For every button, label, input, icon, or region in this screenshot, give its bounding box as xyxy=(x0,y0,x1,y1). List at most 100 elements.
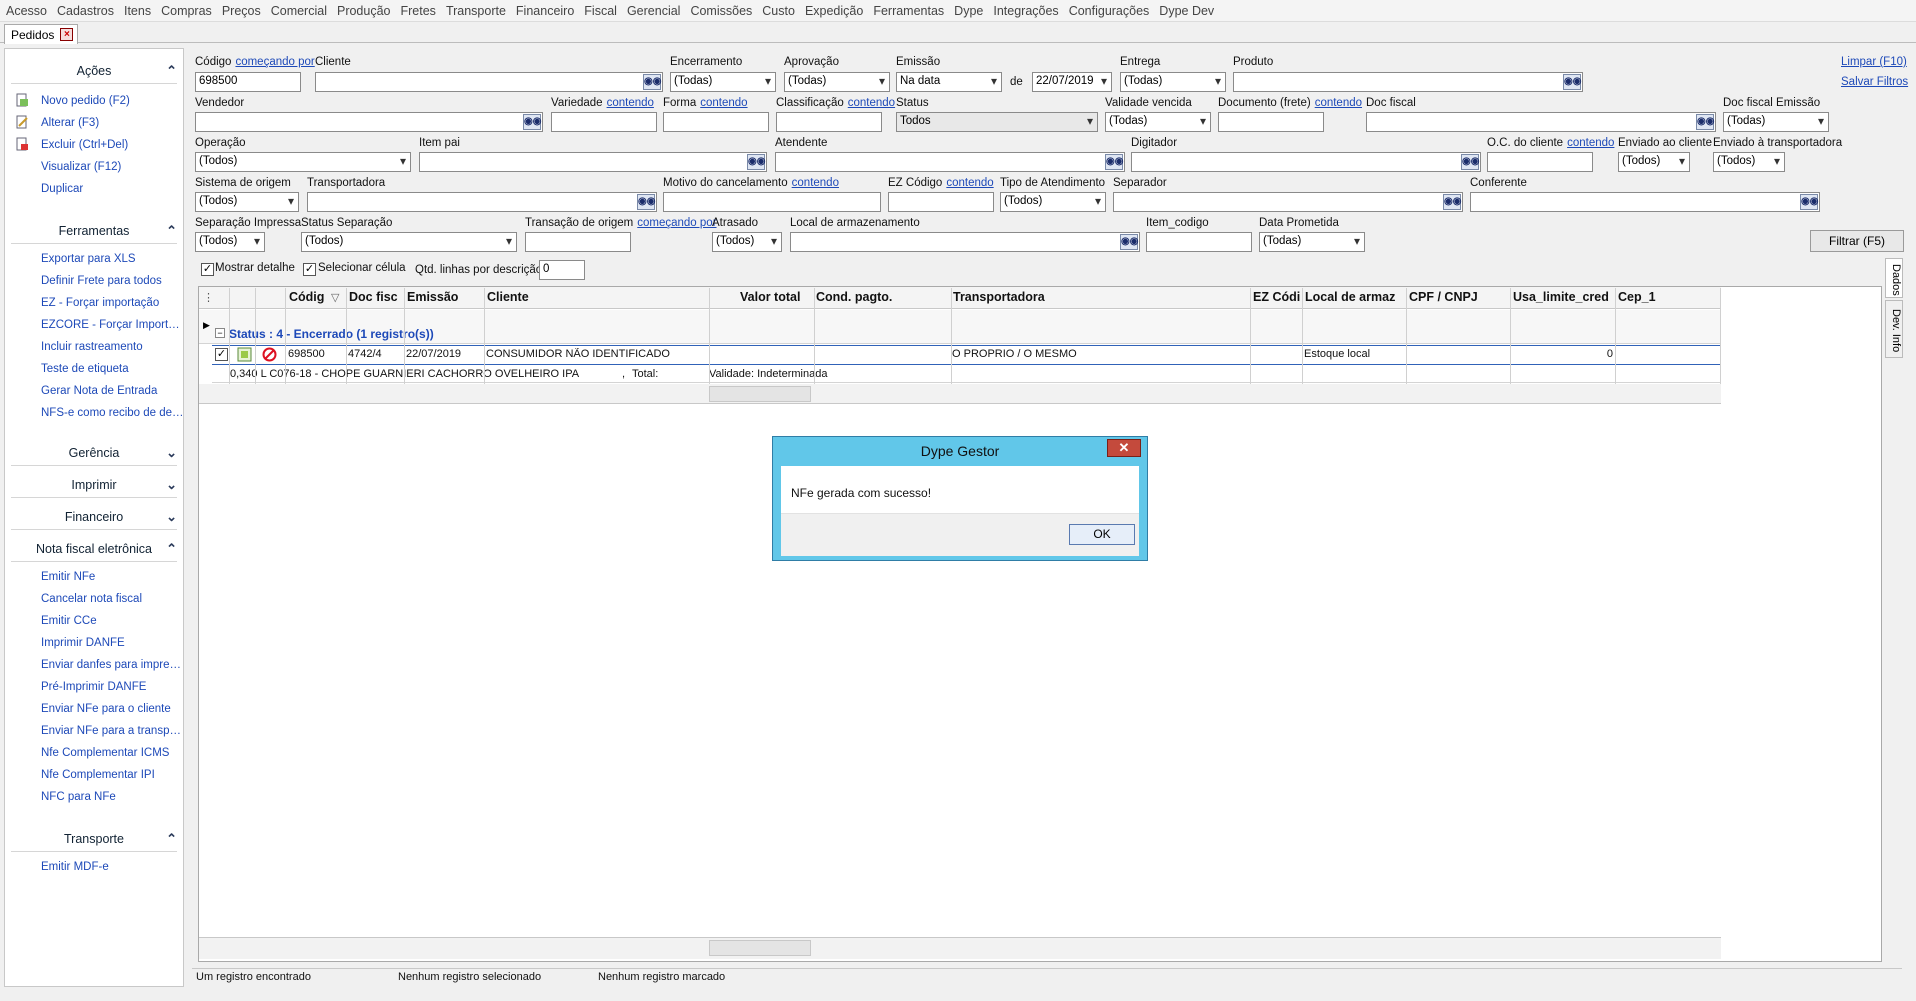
separador-input[interactable]: ◉◉ xyxy=(1113,192,1463,212)
menu-custo[interactable]: Custo xyxy=(762,4,795,18)
menu-integracoes[interactable]: Integrações xyxy=(993,4,1058,18)
close-icon[interactable]: ✕ xyxy=(1107,439,1141,457)
chevron-up-icon[interactable]: ⌃ xyxy=(166,63,177,79)
atrasado-select[interactable]: (Todos) xyxy=(712,232,782,252)
sidebar-item-visualizar[interactable]: Visualizar (F12) xyxy=(41,161,186,173)
sidebar-item-excluir[interactable]: Excluir (Ctrl+Del) xyxy=(41,139,186,151)
menu-acesso[interactable]: Acesso xyxy=(6,4,47,18)
binoculars-icon[interactable]: ◉◉ xyxy=(1461,154,1479,170)
chevron-up-icon[interactable]: ⌃ xyxy=(166,831,177,847)
col-cond-pagto[interactable]: Cond. pagto. xyxy=(816,290,951,308)
menu-financeiro[interactable]: Financeiro xyxy=(516,4,574,18)
cancel-icon[interactable] xyxy=(262,347,277,362)
sidebar-item-emitir-nfe[interactable]: Emitir NFe xyxy=(41,571,186,583)
row-checkbox[interactable]: ✓ xyxy=(215,348,228,361)
col-emissao[interactable]: Emissão xyxy=(407,290,487,308)
sidebar-item-nfe-ipi[interactable]: Nfe Complementar IPI xyxy=(41,769,186,781)
menu-precos[interactable]: Preços xyxy=(222,4,261,18)
menu-fiscal[interactable]: Fiscal xyxy=(584,4,617,18)
col-local-armazenamento[interactable]: Local de armaz xyxy=(1305,290,1405,308)
selecionar-celula-checkbox[interactable]: ✓ xyxy=(303,263,316,276)
col-valor-total[interactable]: Valor total xyxy=(740,290,810,308)
docfiscal-emissao-select[interactable]: (Todas) xyxy=(1723,112,1829,132)
chevron-up-icon[interactable]: ⌃ xyxy=(166,541,177,557)
data-prometida-select[interactable]: (Todas) xyxy=(1259,232,1365,252)
sidebar-section-gerencia[interactable]: Gerência ⌄ xyxy=(5,441,183,465)
col-doc-fiscal[interactable]: Doc fisc xyxy=(349,290,402,308)
transacao-input[interactable] xyxy=(525,232,631,252)
sidebar-item-ezcore-forcar[interactable]: EZCORE - Forçar Importação xyxy=(41,319,186,331)
ezcodigo-input[interactable] xyxy=(888,192,994,212)
item-codigo-input[interactable] xyxy=(1146,232,1252,252)
binoculars-icon[interactable]: ◉◉ xyxy=(1105,154,1123,170)
menu-configuracoes[interactable]: Configurações xyxy=(1069,4,1150,18)
vendedor-input[interactable]: ◉◉ xyxy=(195,112,543,132)
column-chooser-icon[interactable]: ⋮ xyxy=(203,291,214,304)
sidebar-item-ez-forcar[interactable]: EZ - Forçar importação xyxy=(41,297,186,309)
atendente-input[interactable]: ◉◉ xyxy=(775,152,1125,172)
sidebar-item-pre-imprimir[interactable]: Pré-Imprimir DANFE xyxy=(41,681,186,693)
binoculars-icon[interactable]: ◉◉ xyxy=(1696,114,1714,130)
sidebar-section-nfe[interactable]: Nota fiscal eletrônica ⌃ xyxy=(5,537,183,561)
chevron-down-icon[interactable]: ⌄ xyxy=(166,509,177,525)
menu-expedicao[interactable]: Expedição xyxy=(805,4,863,18)
status-select[interactable]: Todos xyxy=(896,112,1098,132)
conferente-input[interactable]: ◉◉ xyxy=(1470,192,1820,212)
sidebar-item-incluir-rastreamento[interactable]: Incluir rastreamento xyxy=(41,341,186,353)
sidebar-item-novo-pedido[interactable]: Novo pedido (F2) xyxy=(41,95,186,107)
sidebar-item-definir-frete[interactable]: Definir Frete para todos xyxy=(41,275,186,287)
sep-impressa-select[interactable]: (Todos) xyxy=(195,232,265,252)
validade-select[interactable]: (Todas) xyxy=(1105,112,1211,132)
horizontal-scrollbar[interactable] xyxy=(199,937,1721,959)
transacao-mode-link[interactable]: começando por xyxy=(637,217,716,229)
binoculars-icon[interactable]: ◉◉ xyxy=(1800,194,1818,210)
transportadora-input[interactable]: ◉◉ xyxy=(307,192,657,212)
sidebar-item-enviar-nfe-transp[interactable]: Enviar NFe para a transportadora xyxy=(41,725,186,737)
sistema-select[interactable]: (Todos) xyxy=(195,192,299,212)
col-cliente[interactable]: Cliente xyxy=(487,290,707,308)
ok-button[interactable]: OK xyxy=(1069,524,1135,545)
qtd-linhas-stepper[interactable]: 0 xyxy=(539,260,585,280)
menu-itens[interactable]: Itens xyxy=(124,4,151,18)
salvar-filtros-link[interactable]: Salvar Filtros xyxy=(1841,76,1908,88)
tipo-atendimento-select[interactable]: (Todos) xyxy=(1000,192,1106,212)
binoculars-icon[interactable]: ◉◉ xyxy=(1120,234,1138,250)
entrega-select[interactable]: (Todas) xyxy=(1120,72,1226,92)
chevron-down-icon[interactable]: ⌄ xyxy=(166,477,177,493)
tab-dados[interactable]: Dados xyxy=(1885,258,1903,298)
group-status[interactable]: Status : 4 - Encerrado (1 registro(s)) xyxy=(229,327,434,341)
enviado-transp-select[interactable]: (Todos) xyxy=(1713,152,1785,172)
binoculars-icon[interactable]: ◉◉ xyxy=(637,194,655,210)
menu-comissoes[interactable]: Comissões xyxy=(690,4,752,18)
limpar-link[interactable]: Limpar (F10) xyxy=(1841,56,1907,68)
col-cep[interactable]: Cep_1 xyxy=(1618,290,1708,308)
classificacao-input[interactable] xyxy=(776,112,882,132)
menu-comercial[interactable]: Comercial xyxy=(271,4,327,18)
chevron-down-icon[interactable]: ⌄ xyxy=(166,445,177,461)
forma-input[interactable] xyxy=(663,112,769,132)
sidebar-item-imprimir-danfe[interactable]: Imprimir DANFE xyxy=(41,637,186,649)
sidebar-section-imprimir[interactable]: Imprimir ⌄ xyxy=(5,473,183,497)
codigo-mode-link[interactable]: começando por xyxy=(235,56,314,68)
col-cpf-cnpj[interactable]: CPF / CNPJ xyxy=(1409,290,1509,308)
sidebar-item-nfe-icms[interactable]: Nfe Complementar ICMS xyxy=(41,747,186,759)
menu-dype-dev[interactable]: Dype Dev xyxy=(1159,4,1214,18)
sidebar-item-nfc-nfe[interactable]: NFC para NFe xyxy=(41,791,186,803)
sidebar-item-emitir-mdfe[interactable]: Emitir MDF-e xyxy=(41,861,186,873)
sidebar-item-cancelar-nota[interactable]: Cancelar nota fiscal xyxy=(41,593,186,605)
menu-gerencial[interactable]: Gerencial xyxy=(627,4,681,18)
emissao-date-picker[interactable]: 22/07/2019 xyxy=(1032,72,1112,92)
sidebar-section-transporte[interactable]: Transporte ⌃ xyxy=(5,827,183,851)
col-usa-limite[interactable]: Usa_limite_cred xyxy=(1513,290,1613,308)
sidebar-item-duplicar[interactable]: Duplicar xyxy=(41,183,186,195)
variedade-input[interactable] xyxy=(551,112,657,132)
menu-compras[interactable]: Compras xyxy=(161,4,212,18)
menu-producao[interactable]: Produção xyxy=(337,4,391,18)
sidebar-section-ferramentas[interactable]: Ferramentas ⌃ xyxy=(5,219,183,243)
local-input[interactable]: ◉◉ xyxy=(790,232,1140,252)
codigo-input[interactable]: 698500 xyxy=(195,72,301,92)
sidebar-section-financeiro[interactable]: Financeiro ⌄ xyxy=(5,505,183,529)
binoculars-icon[interactable]: ◉◉ xyxy=(523,114,541,130)
docfiscal-input[interactable]: ◉◉ xyxy=(1366,112,1716,132)
sidebar-item-gerar-nota-entrada[interactable]: Gerar Nota de Entrada xyxy=(41,385,186,397)
